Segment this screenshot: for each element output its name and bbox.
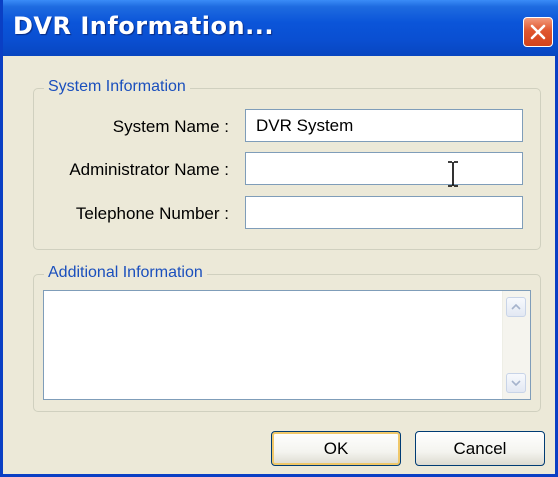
- chevron-down-icon: [511, 380, 521, 386]
- chevron-up-icon: [511, 304, 521, 310]
- dvr-information-dialog: DVR Information... System Information Sy…: [0, 0, 558, 477]
- cancel-button[interactable]: Cancel: [415, 431, 545, 466]
- title-bar[interactable]: DVR Information...: [3, 0, 558, 56]
- close-icon: [530, 24, 546, 40]
- scroll-up-button[interactable]: [506, 297, 526, 317]
- scroll-down-button[interactable]: [506, 373, 526, 393]
- system-information-legend: System Information: [44, 78, 190, 96]
- administrator-name-label: Administrator Name :: [69, 160, 229, 179]
- system-name-label: System Name :: [112, 117, 229, 136]
- dialog-title: DVR Information...: [13, 12, 274, 40]
- system-name-input[interactable]: [245, 109, 523, 142]
- ok-button[interactable]: OK: [271, 431, 401, 466]
- administrator-name-input[interactable]: [245, 152, 523, 185]
- additional-information-textarea[interactable]: [43, 290, 531, 400]
- text-cursor-icon: [448, 161, 458, 187]
- vertical-scrollbar[interactable]: [502, 291, 530, 399]
- additional-information-legend: Additional Information: [44, 264, 207, 282]
- telephone-number-label: Telephone Number :: [75, 204, 229, 223]
- close-button[interactable]: [523, 17, 553, 47]
- telephone-number-input[interactable]: [245, 196, 523, 229]
